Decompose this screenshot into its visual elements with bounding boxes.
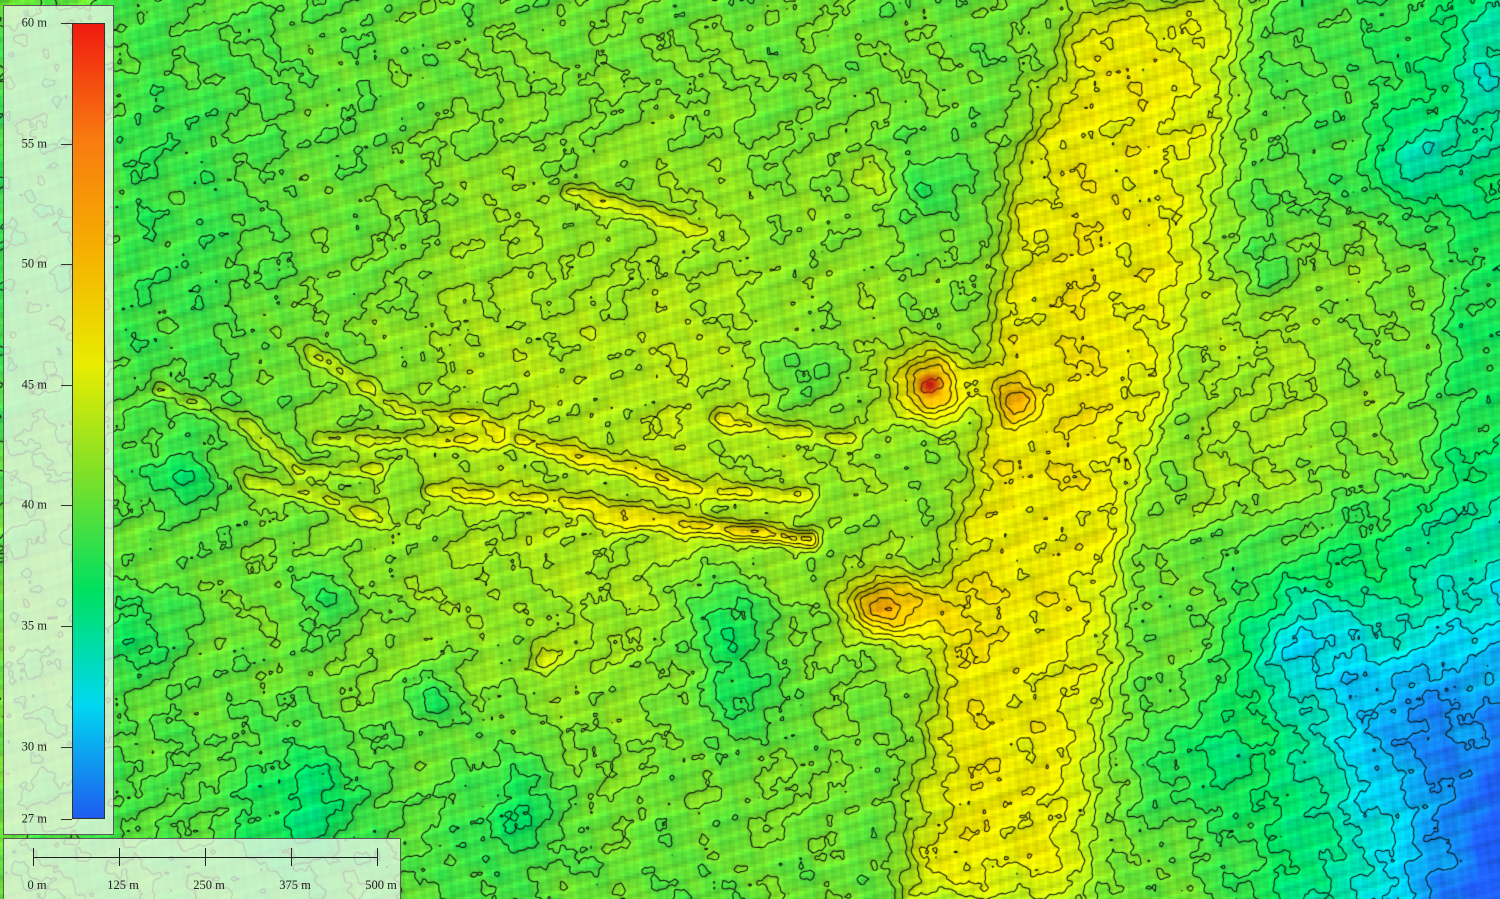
legend-tick — [61, 144, 72, 145]
legend-color-ramp — [72, 23, 105, 819]
legend-tick — [61, 505, 72, 506]
legend-label: 40 m — [21, 497, 47, 512]
legend-tick — [61, 747, 72, 748]
scale-label: 250 m — [193, 878, 225, 892]
scale-tick — [119, 848, 120, 866]
legend-tick — [61, 23, 72, 24]
scale-label: 500 m — [365, 878, 397, 892]
legend-label: 55 m — [21, 136, 47, 151]
scale-tick — [33, 848, 34, 866]
elevation-legend: 60 m 55 m 50 m 45 m 40 m 35 m 30 m 27 m — [3, 5, 114, 835]
scale-tick — [291, 848, 292, 866]
scale-tick — [377, 848, 378, 866]
legend-tick — [61, 626, 72, 627]
elevation-map[interactable] — [0, 0, 1500, 899]
legend-label: 35 m — [21, 618, 47, 633]
scale-label: 0 m — [27, 878, 47, 892]
scale-label: 375 m — [279, 878, 311, 892]
legend-tick — [61, 819, 72, 820]
legend-tick — [61, 264, 72, 265]
legend-label: 45 m — [21, 377, 47, 392]
legend-label: 27 m — [21, 811, 47, 826]
legend-label: 60 m — [21, 15, 47, 30]
scale-label: 125 m — [107, 878, 139, 892]
legend-label: 50 m — [21, 256, 47, 271]
scale-bar: 0 m 125 m 250 m 375 m 500 m — [3, 838, 401, 899]
legend-label: 30 m — [21, 739, 47, 754]
legend-tick — [61, 385, 72, 386]
scale-tick — [205, 848, 206, 866]
